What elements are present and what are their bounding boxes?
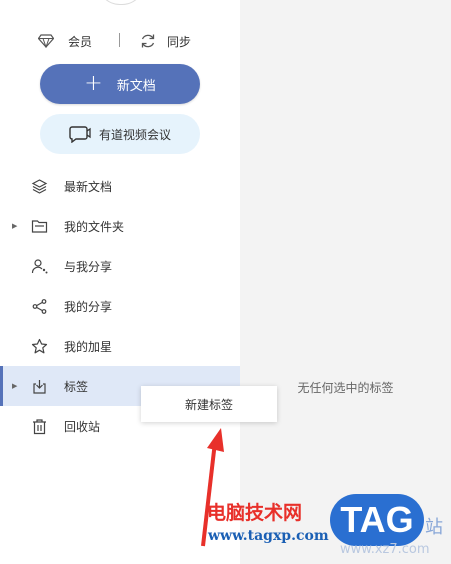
sidebar-item-latest[interactable]: 最新文档 [0,166,240,206]
context-menu: 新建标签 [141,386,277,422]
sidebar-item-shared-with-me[interactable]: 与我分享 [0,246,240,286]
sync-icon [141,34,155,48]
menu-item-new-tag[interactable]: 新建标签 [185,396,233,413]
watermark-site-name: 电脑技术网 [207,502,303,524]
trash-icon [33,419,46,435]
watermark-site-url: www.tagxp.com [208,528,329,544]
sidebar-item-label: 回收站 [64,419,101,434]
vip-button[interactable]: 会员 [38,28,92,54]
expand-arrow-icon[interactable]: ▶ [12,382,17,390]
sidebar-item-my-shares[interactable]: 我的分享 [0,286,240,326]
watermark-suffix: 站 [425,517,443,538]
layers-icon [31,179,48,194]
sync-label: 同步 [167,34,192,49]
plus-icon: + [84,71,103,96]
diamond-icon [38,34,54,48]
watermark-site-url-2: www.xz7.com [340,542,430,557]
tag-icon [33,380,46,394]
sidebar-top-actions: 会员 同步 [0,28,240,54]
new-document-button[interactable]: + 新文档 [40,64,200,104]
video-meeting-button[interactable]: 有道视频会议 [40,114,200,154]
share-icon [32,299,47,314]
video-chat-icon [69,126,91,143]
sidebar-item-label: 我的加星 [64,339,113,354]
shared-with-me-icon [31,259,48,274]
sidebar-item-label: 我的文件夹 [64,219,125,234]
sidebar-item-label: 我的分享 [64,299,113,314]
tag-logo: TAG [330,494,424,546]
avatar[interactable] [97,0,145,5]
top-divider [119,33,120,47]
sidebar-item-label: 最新文档 [64,179,113,194]
sidebar-item-label: 与我分享 [64,259,113,274]
video-meeting-label: 有道视频会议 [98,127,171,142]
star-icon [31,338,48,354]
folder-icon [31,220,48,233]
sidebar-item-my-folders[interactable]: ▶ 我的文件夹 [0,206,240,246]
new-document-label: 新文档 [116,78,156,94]
sidebar-item-starred[interactable]: 我的加星 [0,326,240,366]
expand-arrow-icon[interactable]: ▶ [12,222,17,230]
vip-label: 会员 [68,34,93,49]
sidebar-item-label: 标签 [64,379,89,394]
sync-button[interactable]: 同步 [140,28,191,54]
